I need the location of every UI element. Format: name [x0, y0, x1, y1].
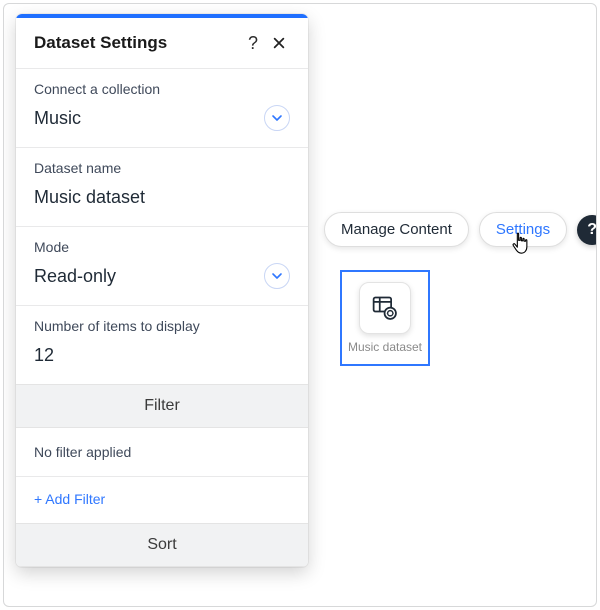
manage-content-button[interactable]: Manage Content: [324, 212, 469, 247]
filter-status-text: No filter applied: [16, 428, 308, 476]
field-collection: Connect a collection Music: [16, 69, 308, 147]
field-item-count: Number of items to display: [16, 306, 308, 384]
field-label: Connect a collection: [34, 81, 290, 97]
element-toolbar: Manage Content Settings ?: [324, 212, 597, 247]
question-mark-icon: ?: [587, 221, 597, 239]
field-label: Mode: [34, 239, 290, 255]
panel-title: Dataset Settings: [34, 33, 240, 53]
dataset-name-input[interactable]: [34, 187, 290, 208]
add-filter-button[interactable]: + Add Filter: [16, 477, 308, 523]
filter-section-header: Filter: [16, 384, 308, 428]
chevron-down-icon[interactable]: [264, 263, 290, 289]
dataset-settings-panel: Dataset Settings ? Connect a collection …: [16, 14, 308, 567]
field-dataset-name: Dataset name: [16, 148, 308, 226]
field-label: Dataset name: [34, 160, 290, 176]
item-count-input[interactable]: [34, 345, 290, 366]
close-icon[interactable]: [266, 30, 292, 56]
help-icon[interactable]: ?: [240, 30, 266, 56]
canvas-item-label: Music dataset: [348, 340, 422, 354]
settings-button[interactable]: Settings: [479, 212, 567, 247]
panel-header: Dataset Settings ?: [16, 18, 308, 68]
canvas-dataset-element[interactable]: Music dataset: [340, 270, 430, 366]
sort-section-header: Sort: [16, 523, 308, 567]
dataset-tile: [359, 282, 411, 334]
collection-select-value[interactable]: Music: [34, 108, 254, 129]
dataset-icon: [371, 294, 399, 322]
field-mode: Mode Read-only: [16, 227, 308, 305]
chevron-down-icon[interactable]: [264, 105, 290, 131]
mode-select-value[interactable]: Read-only: [34, 266, 254, 287]
field-label: Number of items to display: [34, 318, 290, 334]
app-frame: Dataset Settings ? Connect a collection …: [3, 3, 597, 607]
help-button[interactable]: ?: [577, 215, 597, 245]
